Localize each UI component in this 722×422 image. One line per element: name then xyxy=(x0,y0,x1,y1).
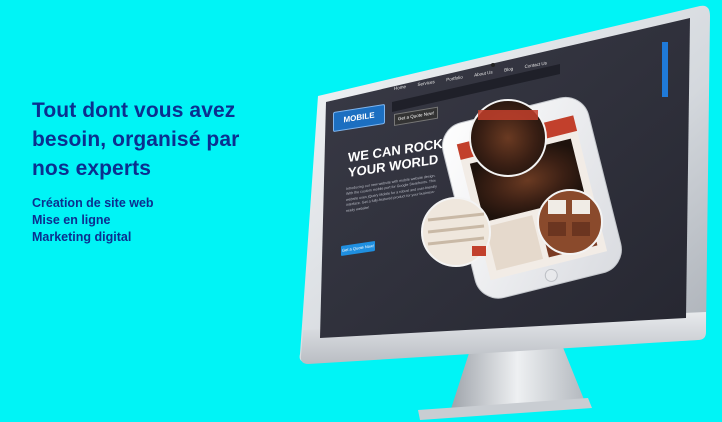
nav-item-blog[interactable]: Blog xyxy=(504,54,513,86)
zoom-circle-left xyxy=(421,197,491,267)
zoom-circle-top xyxy=(469,99,547,177)
nav-item-home[interactable]: Home xyxy=(394,72,406,104)
zoom-circle-right xyxy=(537,189,603,255)
nav-item-about[interactable]: About Us xyxy=(474,57,493,90)
scroll-indicator xyxy=(662,42,668,97)
nav-item-services[interactable]: Services xyxy=(417,67,434,100)
nav-item-contact[interactable]: Contact Us xyxy=(525,48,547,82)
nav-item-portfolio[interactable]: Portfolio xyxy=(446,63,463,96)
